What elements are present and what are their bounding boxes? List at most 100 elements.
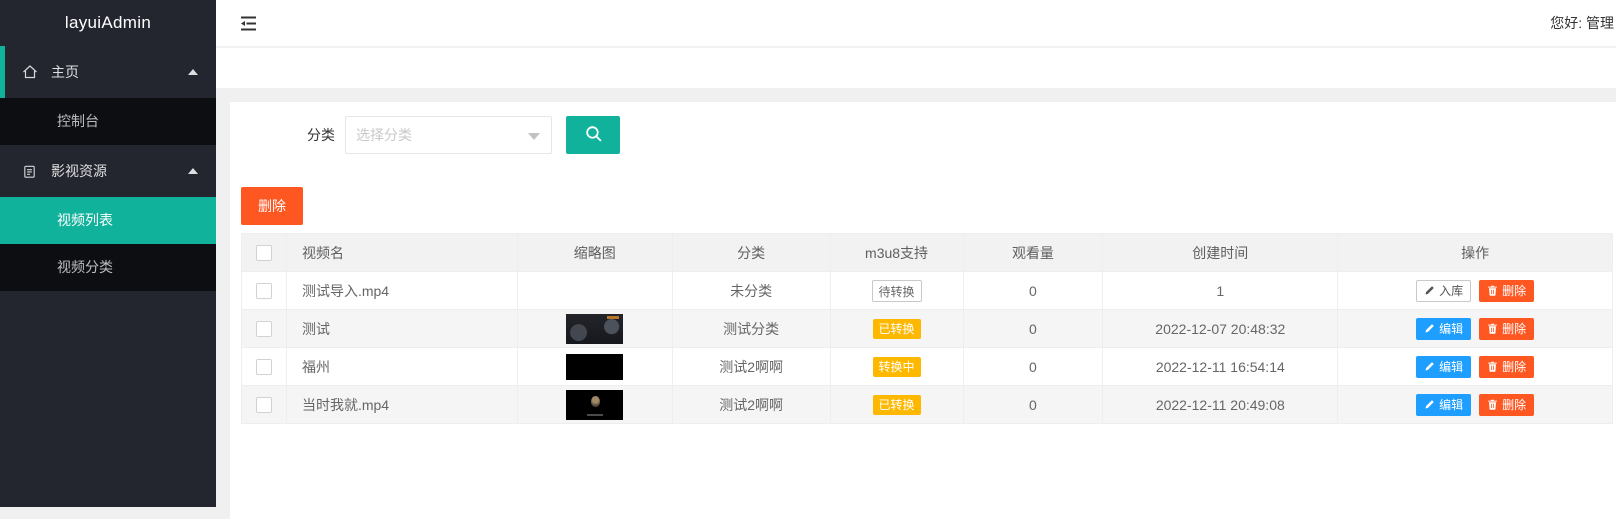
views-cell: 0 xyxy=(964,310,1104,348)
row-checkbox[interactable] xyxy=(256,283,272,299)
table-row: 福州测试2啊啊转换中02022-12-11 16:54:14编辑删除 xyxy=(242,348,1613,386)
sidebar-item-label: 影视资源 xyxy=(51,161,107,181)
content-card: 分类 选择分类 删除 视频名缩略图分类m3u8支持观看量创建时间操作测试导入.m… xyxy=(230,102,1616,519)
edit-button[interactable]: 编辑 xyxy=(1416,394,1471,416)
table-row: 当时我就.mp4测试2啊啊已转换02022-12-11 20:49:08编辑删除 xyxy=(242,386,1613,424)
delete-button[interactable]: 删除 xyxy=(1479,318,1534,340)
m3u8-cell: 待转换 xyxy=(831,272,964,310)
delete-button[interactable]: 删除 xyxy=(1479,356,1534,378)
row-checkbox[interactable] xyxy=(256,359,272,375)
created-time-cell: 2022-12-11 16:54:14 xyxy=(1103,348,1338,386)
edit-button[interactable]: 编辑 xyxy=(1416,356,1471,378)
edit-icon xyxy=(1424,361,1435,372)
m3u8-status-badge: 已转换 xyxy=(873,319,921,339)
thumbnail-cell xyxy=(518,310,673,348)
user-greeting[interactable]: 您好: 管理 xyxy=(1550,13,1616,33)
row-checkbox-cell xyxy=(242,272,287,310)
home-icon xyxy=(22,64,39,80)
delete-icon xyxy=(1487,361,1498,372)
sidebar-item-console[interactable]: 控制台 xyxy=(0,98,216,145)
column-header: 观看量 xyxy=(964,234,1104,272)
top-header: 您好: 管理 xyxy=(216,0,1616,47)
search-button[interactable] xyxy=(566,116,620,154)
video-thumbnail[interactable] xyxy=(566,390,623,420)
category-cell: 测试2啊啊 xyxy=(673,348,831,386)
table-row: 测试测试分类已转换02022-12-07 20:48:32编辑删除 xyxy=(242,310,1613,348)
sidebar-nav: 主页 控制台 影视资源 视频列表 视频分类 xyxy=(0,46,216,291)
sidebar-item-label: 视频列表 xyxy=(57,212,113,228)
created-time-cell: 1 xyxy=(1103,272,1338,310)
search-icon xyxy=(584,124,603,146)
select-all-checkbox[interactable] xyxy=(256,245,272,261)
sidebar-item-label: 视频分类 xyxy=(57,259,113,275)
tab-strip xyxy=(216,48,1616,88)
category-select[interactable]: 选择分类 xyxy=(345,116,552,154)
chevron-down-icon xyxy=(528,133,540,140)
video-thumbnail[interactable] xyxy=(566,314,623,344)
sidebar: layuiAdmin 主页 控制台 影视资源 视频列表 xyxy=(0,0,216,507)
video-name-cell: 福州 xyxy=(287,348,518,386)
column-header: 操作 xyxy=(1338,234,1613,272)
video-name-cell: 测试导入.mp4 xyxy=(287,272,518,310)
thumbnail-cell xyxy=(518,386,673,424)
created-time-cell: 2022-12-07 20:48:32 xyxy=(1103,310,1338,348)
column-header: 分类 xyxy=(673,234,831,272)
app-logo: layuiAdmin xyxy=(0,0,216,46)
delete-icon xyxy=(1487,323,1498,334)
row-checkbox[interactable] xyxy=(256,397,272,413)
collapse-sidebar-icon[interactable] xyxy=(240,15,260,31)
m3u8-status-badge: 待转换 xyxy=(872,280,922,302)
edit-icon xyxy=(1424,285,1435,296)
row-checkbox-cell xyxy=(242,386,287,424)
column-header: 缩略图 xyxy=(518,234,673,272)
table-row: 测试导入.mp4未分类待转换01入库删除 xyxy=(242,272,1613,310)
column-header: m3u8支持 xyxy=(831,234,964,272)
views-cell: 0 xyxy=(964,272,1104,310)
chevron-up-icon xyxy=(188,69,198,75)
video-name-cell: 当时我就.mp4 xyxy=(287,386,518,424)
created-time-cell: 2022-12-11 20:49:08 xyxy=(1103,386,1338,424)
category-cell: 测试2啊啊 xyxy=(673,386,831,424)
clipboard-icon xyxy=(22,164,39,179)
sidebar-item-home[interactable]: 主页 xyxy=(0,46,216,98)
actions-cell: 编辑删除 xyxy=(1338,310,1613,348)
row-checkbox-cell xyxy=(242,348,287,386)
video-name-cell: 测试 xyxy=(287,310,518,348)
video-table: 视频名缩略图分类m3u8支持观看量创建时间操作测试导入.mp4未分类待转换01入… xyxy=(241,233,1613,424)
header-checkbox-cell xyxy=(242,234,287,272)
chevron-up-icon xyxy=(188,168,198,174)
views-cell: 0 xyxy=(964,386,1104,424)
edit-button[interactable]: 编辑 xyxy=(1416,318,1471,340)
video-thumbnail[interactable] xyxy=(566,354,623,380)
actions-cell: 编辑删除 xyxy=(1338,386,1613,424)
thumbnail-cell xyxy=(518,272,673,310)
m3u8-status-badge: 转换中 xyxy=(873,357,921,377)
bulk-delete-button[interactable]: 删除 xyxy=(241,187,303,225)
edit-icon xyxy=(1424,399,1435,410)
thumbnail-cell xyxy=(518,348,673,386)
main-body: 分类 选择分类 删除 视频名缩略图分类m3u8支持观看量创建时间操作测试导入.m… xyxy=(216,88,1616,507)
m3u8-status-badge: 已转换 xyxy=(873,395,921,415)
actions-cell: 入库删除 xyxy=(1338,272,1613,310)
delete-icon xyxy=(1487,285,1498,296)
m3u8-cell: 已转换 xyxy=(831,310,964,348)
views-cell: 0 xyxy=(964,348,1104,386)
category-cell: 未分类 xyxy=(673,272,831,310)
sidebar-item-label: 主页 xyxy=(51,62,79,82)
sidebar-item-media-resources[interactable]: 影视资源 xyxy=(0,145,216,197)
m3u8-cell: 转换中 xyxy=(831,348,964,386)
m3u8-cell: 已转换 xyxy=(831,386,964,424)
delete-button[interactable]: 删除 xyxy=(1479,394,1534,416)
delete-button[interactable]: 删除 xyxy=(1479,280,1534,302)
actions-cell: 编辑删除 xyxy=(1338,348,1613,386)
sidebar-item-video-list[interactable]: 视频列表 xyxy=(0,197,216,244)
category-cell: 测试分类 xyxy=(673,310,831,348)
select-placeholder: 选择分类 xyxy=(356,127,412,143)
warehouse-button[interactable]: 入库 xyxy=(1416,280,1471,302)
sidebar-item-video-category[interactable]: 视频分类 xyxy=(0,244,216,291)
row-checkbox[interactable] xyxy=(256,321,272,337)
category-filter-label: 分类 xyxy=(307,125,335,145)
delete-icon xyxy=(1487,399,1498,410)
column-header: 创建时间 xyxy=(1103,234,1338,272)
sidebar-item-label: 控制台 xyxy=(57,113,99,129)
